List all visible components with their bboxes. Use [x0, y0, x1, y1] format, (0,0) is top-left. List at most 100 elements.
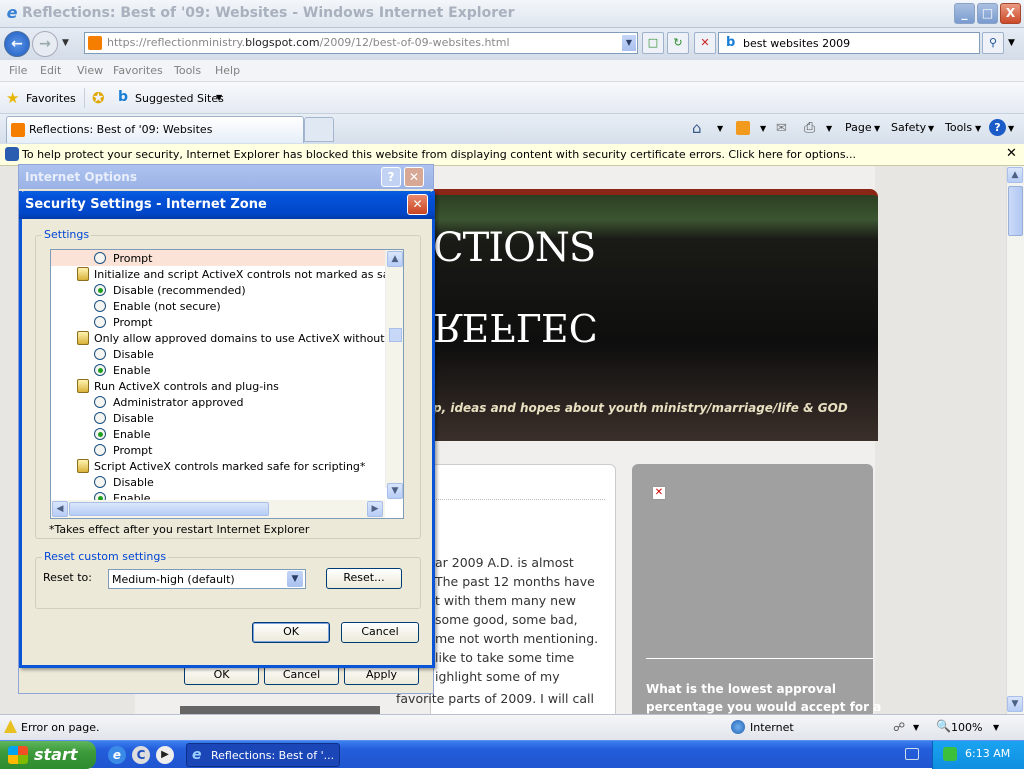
zoom-level[interactable]: 100% — [951, 721, 982, 734]
radio-checked-icon[interactable] — [94, 428, 106, 440]
page-scroll-thumb[interactable] — [1008, 186, 1023, 236]
search-icon[interactable]: ⚲ — [982, 32, 1004, 54]
start-button[interactable]: start — [0, 741, 96, 769]
radio-unchecked-icon[interactable] — [94, 476, 106, 488]
protected-mode-icon[interactable]: ☍ — [893, 720, 905, 734]
information-bar-text[interactable]: To help protect your security, Internet … — [22, 148, 856, 161]
ok-button[interactable]: OK — [252, 622, 330, 643]
page-dropdown-icon[interactable]: ▼ — [874, 124, 880, 133]
settings-list[interactable]: Prompt Initialize and script ActiveX cont… — [50, 249, 404, 519]
address-bar[interactable]: https://reflectionministry.blogspot.com/… — [84, 32, 638, 54]
internet-options-cancel-button[interactable]: Cancel — [264, 665, 339, 685]
warning-icon[interactable] — [4, 720, 17, 733]
suggested-sites-link[interactable]: Suggested Sites — [135, 92, 224, 105]
menu-edit[interactable]: Edit — [40, 64, 61, 77]
add-favorite-icon[interactable]: ✪ — [92, 89, 105, 107]
radio-unchecked-icon[interactable] — [94, 348, 106, 360]
reset-button[interactable]: Reset... — [326, 568, 402, 589]
taskbar-ie-window[interactable]: e Reflections: Best of '... — [186, 743, 340, 767]
scroll-up-icon[interactable]: ▲ — [1007, 167, 1023, 183]
forward-button[interactable]: → — [32, 31, 58, 57]
blog-header-image[interactable]: CTIONS REFLEC p, ideas and hopes about y… — [425, 189, 878, 441]
feeds-dropdown-icon[interactable]: ▼ — [760, 124, 766, 133]
internet-zone-icon — [731, 720, 745, 734]
radio-checked-icon[interactable] — [94, 284, 106, 296]
keyboard-icon[interactable] — [905, 748, 919, 760]
safety-menu[interactable]: Safety — [891, 121, 926, 134]
close-window-button[interactable]: X — [1000, 3, 1021, 24]
zone-status[interactable]: Internet — [750, 721, 794, 734]
cancel-button[interactable]: Cancel — [341, 622, 419, 643]
favorites-button[interactable]: Favorites — [26, 92, 76, 105]
list-hscroll-thumb[interactable] — [69, 502, 269, 516]
radio-unchecked-icon[interactable] — [94, 316, 106, 328]
protected-mode-dropdown-icon[interactable]: ▼ — [913, 723, 919, 732]
feeds-icon[interactable] — [736, 121, 750, 135]
help-icon[interactable]: ? — [381, 167, 401, 187]
reset-level-select[interactable]: Medium-high (default) ▼ — [108, 569, 306, 589]
page-scrollbar[interactable]: ▲ ▼ — [1006, 166, 1024, 714]
suggested-dropdown-icon[interactable]: ▼ — [216, 93, 222, 102]
new-tab-button[interactable] — [304, 117, 334, 142]
maximize-button[interactable]: □ — [977, 3, 998, 24]
stop-icon[interactable]: ✕ — [694, 32, 716, 54]
page-menu[interactable]: Page — [845, 121, 872, 134]
menu-view[interactable]: View — [77, 64, 103, 77]
list-scroll-up-icon[interactable]: ▲ — [387, 251, 403, 267]
help-dropdown-icon[interactable]: ▼ — [1008, 124, 1014, 133]
help-icon[interactable]: ? — [989, 119, 1006, 136]
minimize-button[interactable]: _ — [954, 3, 975, 24]
settings-vertical-scrollbar[interactable]: ▲ ▼ — [385, 250, 403, 499]
refresh-icon[interactable]: ↻ — [667, 32, 689, 54]
quick-launch-browser-icon[interactable]: C — [132, 746, 150, 764]
radio-unchecked-icon[interactable] — [94, 252, 106, 264]
internet-options-ok-button[interactable]: OK — [184, 665, 259, 685]
url-prefix: https://reflectionministry. — [107, 36, 246, 49]
scroll-down-icon[interactable]: ▼ — [1007, 696, 1023, 712]
tools-dropdown-icon[interactable]: ▼ — [975, 124, 981, 133]
recent-pages-dropdown[interactable]: ▼ — [62, 38, 69, 48]
radio-unchecked-icon[interactable] — [94, 412, 106, 424]
radio-unchecked-icon[interactable] — [94, 444, 106, 456]
zoom-icon[interactable]: 🔍 — [936, 719, 951, 733]
list-scroll-left-icon[interactable]: ◀ — [52, 501, 68, 517]
menu-tools[interactable]: Tools — [174, 64, 201, 77]
error-status[interactable]: Error on page. — [21, 721, 99, 734]
close-icon[interactable]: ✕ — [404, 167, 424, 187]
radio-checked-icon[interactable] — [94, 364, 106, 376]
print-dropdown-icon[interactable]: ▼ — [826, 124, 832, 133]
address-dropdown-icon[interactable]: ▼ — [622, 35, 636, 51]
search-input[interactable]: best websites 2009 — [743, 37, 850, 50]
read-mail-icon[interactable]: ✉ — [776, 121, 787, 136]
zoom-dropdown-icon[interactable]: ▼ — [993, 723, 999, 732]
home-dropdown-icon[interactable]: ▼ — [717, 124, 723, 133]
settings-horizontal-scrollbar[interactable]: ◀ ▶ — [51, 500, 385, 518]
list-scroll-thumb[interactable] — [389, 328, 402, 342]
quick-launch-ie-icon[interactable]: e — [108, 746, 126, 764]
compatibility-view-icon[interactable]: □ — [642, 32, 664, 54]
menu-favorites[interactable]: Favorites — [113, 64, 163, 77]
print-icon[interactable]: ⎙ — [804, 120, 815, 136]
clock[interactable]: 6:13 AM — [965, 747, 1010, 760]
list-scroll-down-icon[interactable]: ▼ — [387, 483, 403, 499]
search-options-dropdown[interactable]: ▼ — [1008, 38, 1015, 48]
quick-launch-media-icon[interactable]: ▶ — [156, 746, 174, 764]
back-button[interactable]: ← — [4, 31, 30, 57]
menu-help[interactable]: Help — [215, 64, 240, 77]
network-icon[interactable] — [943, 747, 957, 761]
safety-dropdown-icon[interactable]: ▼ — [928, 124, 934, 133]
home-icon[interactable]: ⌂ — [692, 119, 702, 137]
search-box[interactable]: b best websites 2009 — [718, 32, 980, 54]
setting-option[interactable]: Prompt — [51, 250, 385, 266]
radio-unchecked-icon[interactable] — [94, 300, 106, 312]
radio-unchecked-icon[interactable] — [94, 396, 106, 408]
information-bar[interactable]: To help protect your security, Internet … — [0, 144, 1024, 166]
close-dialog-icon[interactable]: ✕ — [407, 194, 428, 215]
list-scroll-right-icon[interactable]: ▶ — [367, 501, 383, 517]
tools-menu[interactable]: Tools — [945, 121, 972, 134]
menu-file[interactable]: File — [9, 64, 27, 77]
tab-active[interactable]: Reflections: Best of '09: Websites — [6, 116, 304, 143]
internet-options-apply-button[interactable]: Apply — [344, 665, 419, 685]
chevron-down-icon[interactable]: ▼ — [287, 571, 303, 587]
close-infobar-icon[interactable]: ✕ — [1006, 146, 1017, 161]
